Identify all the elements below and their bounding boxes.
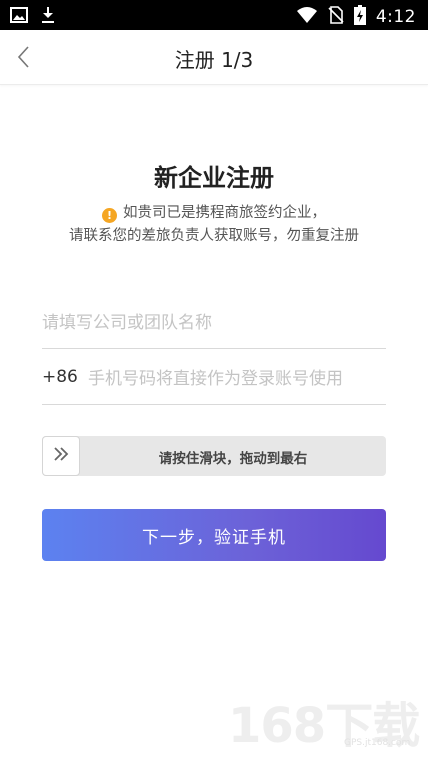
battery-charging-icon xyxy=(353,5,366,29)
slider-instruction: 请按住滑块，拖动到最右 xyxy=(158,451,308,467)
image-icon xyxy=(10,7,28,27)
nav-bar: 注册 1/3 xyxy=(0,30,428,85)
notice-line-2: 请联系您的差旅负责人获取账号，勿重复注册 xyxy=(69,228,359,244)
phone-input[interactable] xyxy=(88,366,386,392)
status-bar: 4:12 xyxy=(0,0,428,30)
download-icon xyxy=(40,6,56,28)
company-name-input[interactable] xyxy=(42,310,386,336)
company-name-field xyxy=(42,296,386,349)
watermark-url: GPS.jt168.com xyxy=(344,738,411,748)
status-time: 4:12 xyxy=(375,7,416,27)
notice-line-1: 如贵司已是携程商旅签约企业， xyxy=(123,205,326,221)
next-step-button[interactable]: 下一步，验证手机 xyxy=(42,509,386,561)
phone-field: +86 xyxy=(42,352,386,405)
warning-icon: ! xyxy=(102,208,117,223)
registration-notice: ! 如贵司已是携程商旅签约企业， 请联系您的差旅负责人获取账号，勿重复注册 xyxy=(30,202,398,248)
wifi-icon xyxy=(296,6,318,28)
no-sim-icon xyxy=(328,6,344,28)
slider-handle[interactable] xyxy=(42,436,80,476)
page-title: 注册 1/3 xyxy=(174,48,254,72)
slider-captcha[interactable]: 请按住滑块，拖动到最右 xyxy=(42,436,386,476)
double-chevron-right-icon xyxy=(52,446,70,466)
country-code[interactable]: +86 xyxy=(42,367,78,387)
form-heading: 新企业注册 xyxy=(154,164,274,192)
